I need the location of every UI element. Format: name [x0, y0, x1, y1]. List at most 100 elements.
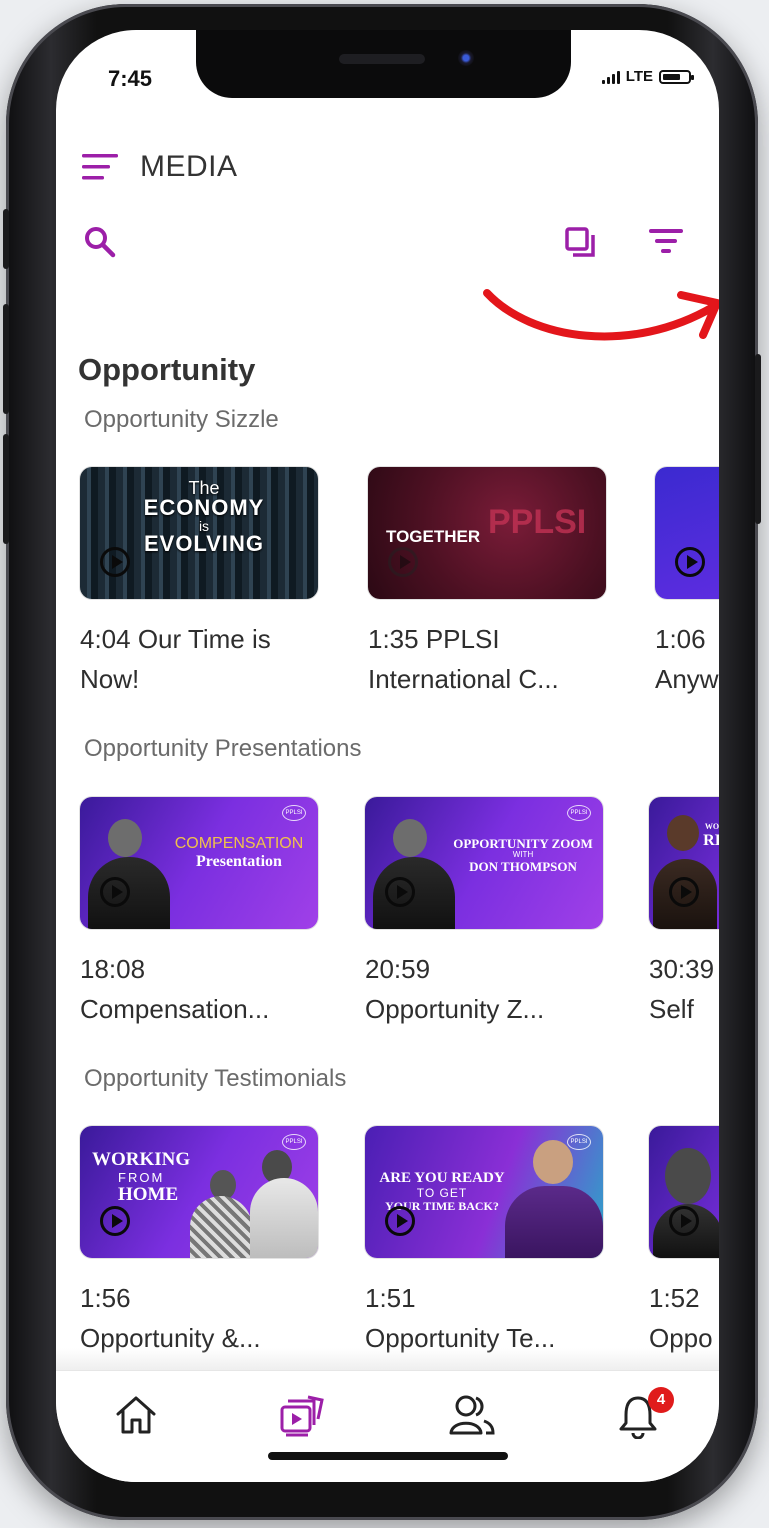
- video-title-line: Now!: [80, 664, 140, 694]
- video-thumbnail[interactable]: The ECONOMY is EVOLVING: [80, 467, 318, 599]
- thumb-line: TO GET: [416, 1185, 468, 1200]
- video-card[interactable]: PPLSI COMPENSATION Presentation 18:08 Co…: [80, 797, 330, 1029]
- video-thumbnail[interactable]: PPLSI WORKING FROM HOME: [80, 1126, 318, 1258]
- tab-contacts[interactable]: [448, 1393, 496, 1442]
- search-button[interactable]: [84, 226, 116, 263]
- menu-icon[interactable]: [82, 153, 118, 181]
- video-thumbnail[interactable]: [649, 1126, 719, 1258]
- toolbar-actions: [564, 226, 684, 260]
- front-camera: [458, 50, 474, 66]
- notch: [196, 30, 571, 98]
- thumb-line: HOME: [118, 1184, 179, 1206]
- thumb-line: DON THOMPSON: [469, 859, 577, 875]
- volume-up-button: [3, 304, 9, 414]
- thumbnail-text: WORKING FROM HOME: [92, 1149, 192, 1206]
- status-indicators: LTE: [601, 68, 694, 85]
- video-thumbnail[interactable]: PPLSI OPPORTUNITY ZOOM WITH DON THOMPSON: [365, 797, 603, 929]
- thumb-line: Presentation: [196, 853, 282, 871]
- video-card[interactable]: PPLSI OPPORTUNITY ZOOM WITH DON THOMPSON…: [365, 797, 615, 1029]
- row-title-sizzle: Opportunity Sizzle: [84, 406, 279, 433]
- video-title-line: 1:56: [80, 1283, 131, 1313]
- home-indicator: [268, 1452, 508, 1460]
- video-title-line: 1:35 PPLSI: [368, 624, 500, 654]
- scroll-fade: [56, 1348, 719, 1372]
- video-title-line: Compensation...: [80, 994, 270, 1024]
- pplsi-logo: PPLSI: [282, 805, 306, 821]
- thumbnail-text: OPPORTUNITY ZOOM WITH DON THOMPSON: [445, 836, 601, 875]
- thumb-line: EVOLVING: [143, 531, 265, 556]
- person-image: [190, 1196, 252, 1258]
- thumb-line: RI: [703, 831, 719, 849]
- video-title-line: 30:39: [649, 954, 715, 984]
- video-thumbnail[interactable]: [655, 467, 719, 599]
- play-icon: [385, 1206, 415, 1236]
- video-thumbnail[interactable]: WO RI: [649, 797, 719, 929]
- video-card[interactable]: WO RI 30:39 Self: [649, 797, 719, 1029]
- video-card[interactable]: PPLSI TOGETHER 1:35 PPLSI International …: [368, 467, 618, 699]
- thumb-line: PPLSI: [488, 503, 587, 541]
- video-title: 1:35 PPLSI International C...: [368, 619, 618, 699]
- video-card[interactable]: 1:52 Oppo: [649, 1126, 719, 1358]
- video-thumbnail[interactable]: PPLSI COMPENSATION Presentation: [80, 797, 318, 929]
- page-title: MEDIA: [140, 150, 238, 183]
- thumbnail-text: The ECONOMY is EVOLVING: [120, 479, 288, 555]
- video-card[interactable]: PPLSI ARE YOU READY TO GET YOUR TIME BAC…: [365, 1126, 615, 1358]
- signal-icon: [601, 70, 620, 84]
- presenter-head: [667, 815, 699, 851]
- video-title: 18:08 Compensation...: [80, 949, 330, 1029]
- video-thumbnail[interactable]: PPLSI ARE YOU READY TO GET YOUR TIME BAC…: [365, 1126, 603, 1258]
- video-title-line: Opportunity Z...: [365, 994, 545, 1024]
- thumb-line: ARE YOU READY: [379, 1170, 505, 1186]
- video-title-line: 1:51: [365, 1283, 416, 1313]
- filter-icon[interactable]: [648, 226, 684, 256]
- thumbnail-text: WO RI: [701, 822, 719, 849]
- power-button: [755, 354, 761, 524]
- notification-badge: 4: [648, 1387, 674, 1413]
- thumb-line: ECONOMY: [143, 495, 265, 520]
- tab-notifications[interactable]: 4: [616, 1387, 674, 1444]
- app-header: MEDIA: [82, 150, 238, 184]
- video-title: 1:52 Oppo: [649, 1278, 719, 1358]
- play-icon: [675, 547, 705, 577]
- app-screen: 7:45 LTE MEDIA Opportunity Opportunity S…: [56, 30, 719, 1482]
- contacts-icon: [449, 1395, 495, 1435]
- search-icon: [85, 227, 116, 258]
- presenter-head: [108, 819, 142, 857]
- video-title-line: International C...: [368, 664, 559, 694]
- video-card[interactable]: The ECONOMY is EVOLVING 4:04 Our Time is…: [80, 467, 330, 699]
- tab-media[interactable]: [278, 1393, 326, 1444]
- thumb-line: WORKING: [92, 1149, 191, 1170]
- video-title: 1:06 Anyw: [655, 619, 719, 699]
- speaker: [339, 54, 425, 64]
- media-icon: [280, 1395, 324, 1437]
- home-icon: [116, 1396, 156, 1434]
- section-title: Opportunity: [78, 352, 256, 387]
- pplsi-logo: PPLSI: [282, 1134, 306, 1150]
- mute-switch: [3, 209, 9, 269]
- person-head: [665, 1148, 711, 1204]
- presenter-head: [393, 819, 427, 857]
- thumb-line: OPPORTUNITY ZOOM: [453, 836, 593, 851]
- thumbnail-text: COMPENSATION Presentation: [164, 835, 314, 872]
- status-time: 7:45: [108, 66, 153, 91]
- annotation-arrow: [483, 289, 719, 341]
- tab-home[interactable]: [114, 1393, 158, 1442]
- video-thumbnail[interactable]: PPLSI TOGETHER: [368, 467, 606, 599]
- pplsi-logo: PPLSI: [567, 1134, 591, 1150]
- video-title-line: 4:04 Our Time is: [80, 624, 271, 654]
- play-icon: [100, 547, 130, 577]
- view-toggle-icon[interactable]: [564, 226, 598, 260]
- thumbnail-text: ARE YOU READY TO GET YOUR TIME BACK?: [367, 1170, 517, 1213]
- play-icon: [385, 877, 415, 907]
- battery-icon: [659, 69, 694, 84]
- person-image: [505, 1186, 603, 1258]
- video-card[interactable]: 1:06 Anyw: [655, 467, 719, 699]
- video-title-line: 20:59: [365, 954, 431, 984]
- video-title-line: Self: [649, 994, 694, 1024]
- thumb-line: WO: [704, 822, 719, 831]
- video-title-line: 18:08: [80, 954, 146, 984]
- video-card[interactable]: PPLSI WORKING FROM HOME 1:56 Opportunity…: [80, 1126, 330, 1358]
- thumb-line: COMPENSATION: [174, 835, 304, 852]
- person-head: [533, 1140, 573, 1184]
- pplsi-logo: PPLSI: [567, 805, 591, 821]
